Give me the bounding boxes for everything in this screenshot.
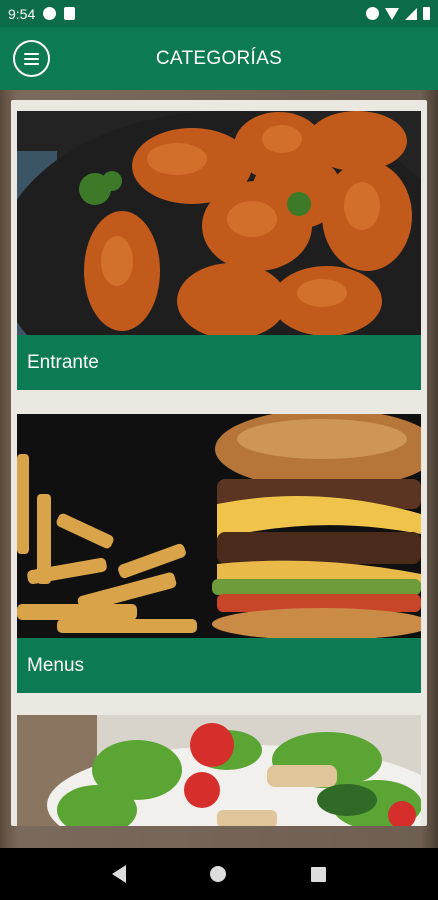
content-background: Entrante Menus [0, 90, 438, 848]
home-circle-icon[interactable] [210, 866, 227, 882]
signal-icon [405, 7, 417, 20]
system-nav-bar [0, 848, 438, 900]
wifi-icon [385, 7, 399, 20]
burger-and-fries-photo [17, 414, 421, 638]
salad-photo [17, 715, 421, 826]
sd-card-icon [64, 7, 76, 20]
category-list: Entrante Menus [11, 100, 427, 826]
page-title: CATEGORÍAS [155, 47, 283, 69]
category-label: Menus [17, 638, 421, 693]
back-triangle-icon[interactable] [112, 865, 127, 883]
category-card-entrante[interactable]: Entrante [17, 111, 421, 390]
app-bar: CATEGORÍAS [0, 27, 438, 90]
record-icon [43, 7, 57, 20]
status-right [366, 7, 430, 20]
status-left: 9:54 [8, 5, 76, 22]
status-time: 9:54 [8, 5, 36, 22]
category-label: Entrante [17, 335, 421, 390]
hamburger-menu-icon[interactable] [13, 40, 50, 77]
category-card-salad[interactable] [17, 715, 421, 826]
recent-apps-square-icon[interactable] [310, 866, 326, 882]
status-bar: 9:54 [0, 0, 438, 27]
battery-icon [423, 7, 430, 20]
vibrate-icon [366, 7, 379, 20]
fried-chicken-wings-photo [17, 111, 421, 335]
category-card-menus[interactable]: Menus [17, 414, 421, 693]
